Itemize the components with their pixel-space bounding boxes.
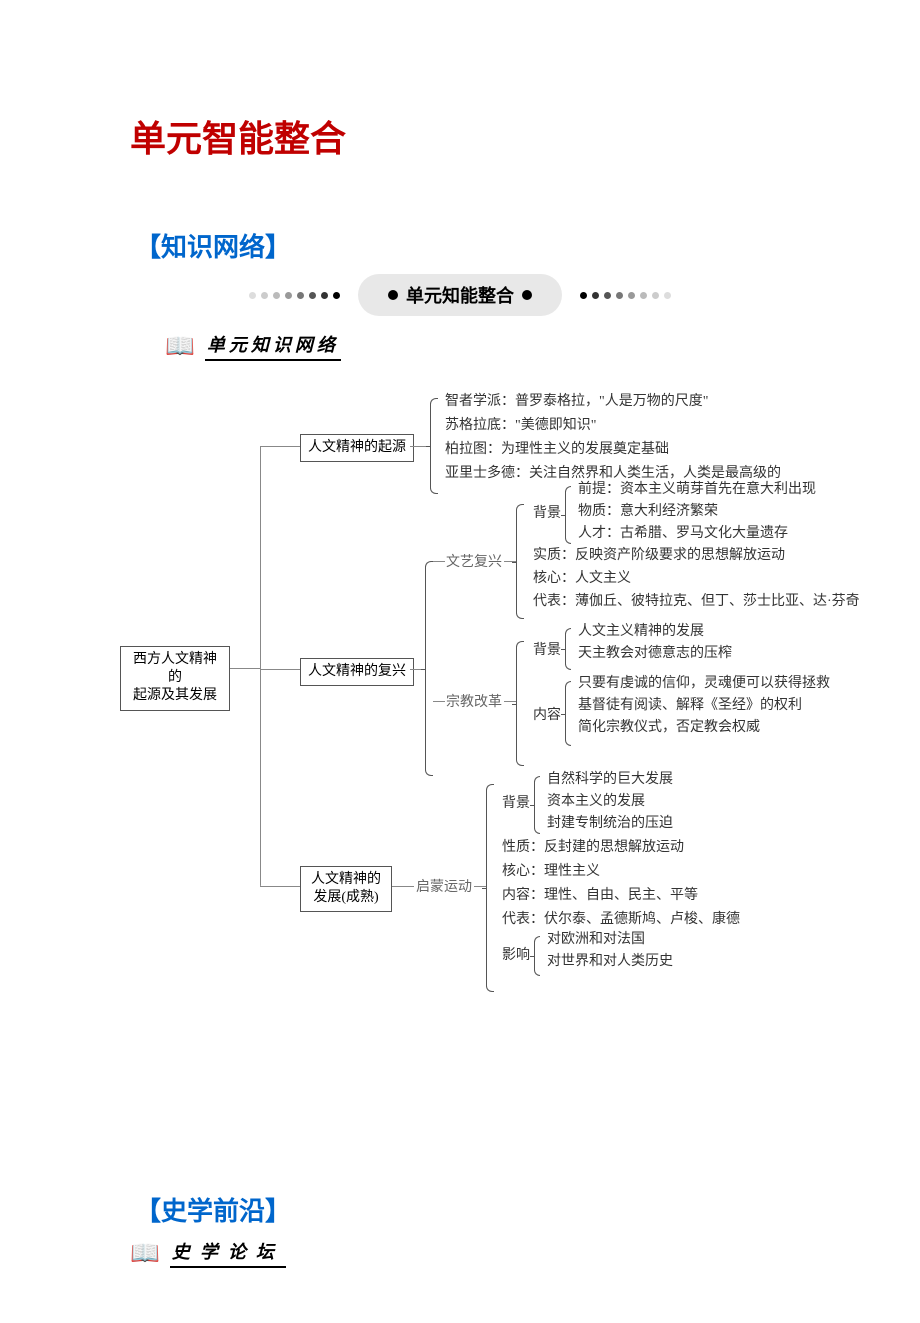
- knowledge-network-heading: 【知识网络】: [135, 227, 920, 264]
- renaissance-bg-label: 背景: [533, 504, 561, 524]
- enlight-nature: 性质：反封建的思想解放运动: [502, 838, 684, 858]
- reform-content-label: 内容: [533, 706, 561, 726]
- enlight-label: 启蒙运动: [416, 878, 472, 898]
- b1-line-0: 智者学派：普罗泰格拉，"人是万物的尺度": [445, 392, 708, 412]
- mind-map-diagram: 西方人文精神的起源及其发展 人文精神的起源 智者学派：普罗泰格拉，"人是万物的尺…: [120, 386, 920, 1006]
- dots-decoration-left: [249, 292, 340, 299]
- bullet-icon: [388, 290, 398, 300]
- renaissance-bg-1: 物质：意大利经济繁荣: [578, 502, 718, 522]
- enlight-bg-1: 资本主义的发展: [547, 792, 645, 812]
- bullet-icon: [522, 290, 532, 300]
- reform-label: 宗教改革: [446, 693, 502, 713]
- enlight-impact-label: 影响: [502, 946, 530, 966]
- branch-revival-node: 人文精神的复兴: [300, 658, 414, 686]
- history-frontier-heading: 【史学前沿】: [135, 1191, 920, 1228]
- reform-bg-0: 人文主义精神的发展: [578, 622, 704, 642]
- renaissance-label: 文艺复兴: [446, 553, 502, 573]
- dots-decoration-right: [580, 292, 671, 299]
- reform-content-1: 基督徒有阅读、解释《圣经》的权利: [578, 696, 802, 716]
- enlight-impact-0: 对欧洲和对法国: [547, 930, 645, 950]
- history-forum-text: 史学论坛: [170, 1238, 286, 1268]
- renaissance-reps: 代表：薄伽丘、彼特拉克、但丁、莎士比亚、达·芬奇: [533, 592, 860, 612]
- b1-line-2: 柏拉图：为理性主义的发展奠定基础: [445, 440, 669, 460]
- sub-banner: 📖 单元知识网络: [165, 331, 920, 361]
- renaissance-essence: 实质：反映资产阶级要求的思想解放运动: [533, 546, 785, 566]
- enlight-bg-label: 背景: [502, 794, 530, 814]
- renaissance-core: 核心：人文主义: [533, 569, 631, 589]
- unit-banner: 单元知能整合: [0, 274, 920, 316]
- reform-content-0: 只要有虔诚的信仰，灵魂便可以获得拯救: [578, 674, 830, 694]
- renaissance-bg-2: 人才：古希腊、罗马文化大量遗存: [578, 524, 788, 544]
- book-icon: 📖: [130, 1239, 160, 1268]
- enlight-bg-0: 自然科学的巨大发展: [547, 770, 673, 790]
- enlight-reps: 代表：伏尔泰、孟德斯鸠、卢梭、康德: [502, 910, 740, 930]
- enlight-impact-1: 对世界和对人类历史: [547, 952, 673, 972]
- sub-banner-text: 单元知识网络: [205, 331, 341, 361]
- enlight-bg-2: 封建专制统治的压迫: [547, 814, 673, 834]
- renaissance-bg-0: 前提：资本主义萌芽首先在意大利出现: [578, 480, 816, 500]
- enlight-content: 内容：理性、自由、民主、平等: [502, 886, 698, 906]
- reform-content-2: 简化宗教仪式，否定教会权威: [578, 718, 760, 738]
- branch-development-node: 人文精神的发展(成熟): [300, 866, 392, 912]
- reform-bg-label: 背景: [533, 641, 561, 661]
- enlight-core: 核心：理性主义: [502, 862, 600, 882]
- history-forum-banner: 📖 史学论坛: [130, 1238, 920, 1268]
- reform-bg-1: 天主教会对德意志的压榨: [578, 644, 732, 664]
- book-icon: 📖: [165, 332, 195, 361]
- branch-origin-node: 人文精神的起源: [300, 434, 414, 462]
- b1-line-1: 苏格拉底："美德即知识": [445, 416, 596, 436]
- banner-pill: 单元知能整合: [358, 274, 562, 316]
- root-node: 西方人文精神的起源及其发展: [120, 646, 230, 711]
- banner-title: 单元知能整合: [406, 282, 514, 308]
- page-title: 单元智能整合: [130, 110, 920, 162]
